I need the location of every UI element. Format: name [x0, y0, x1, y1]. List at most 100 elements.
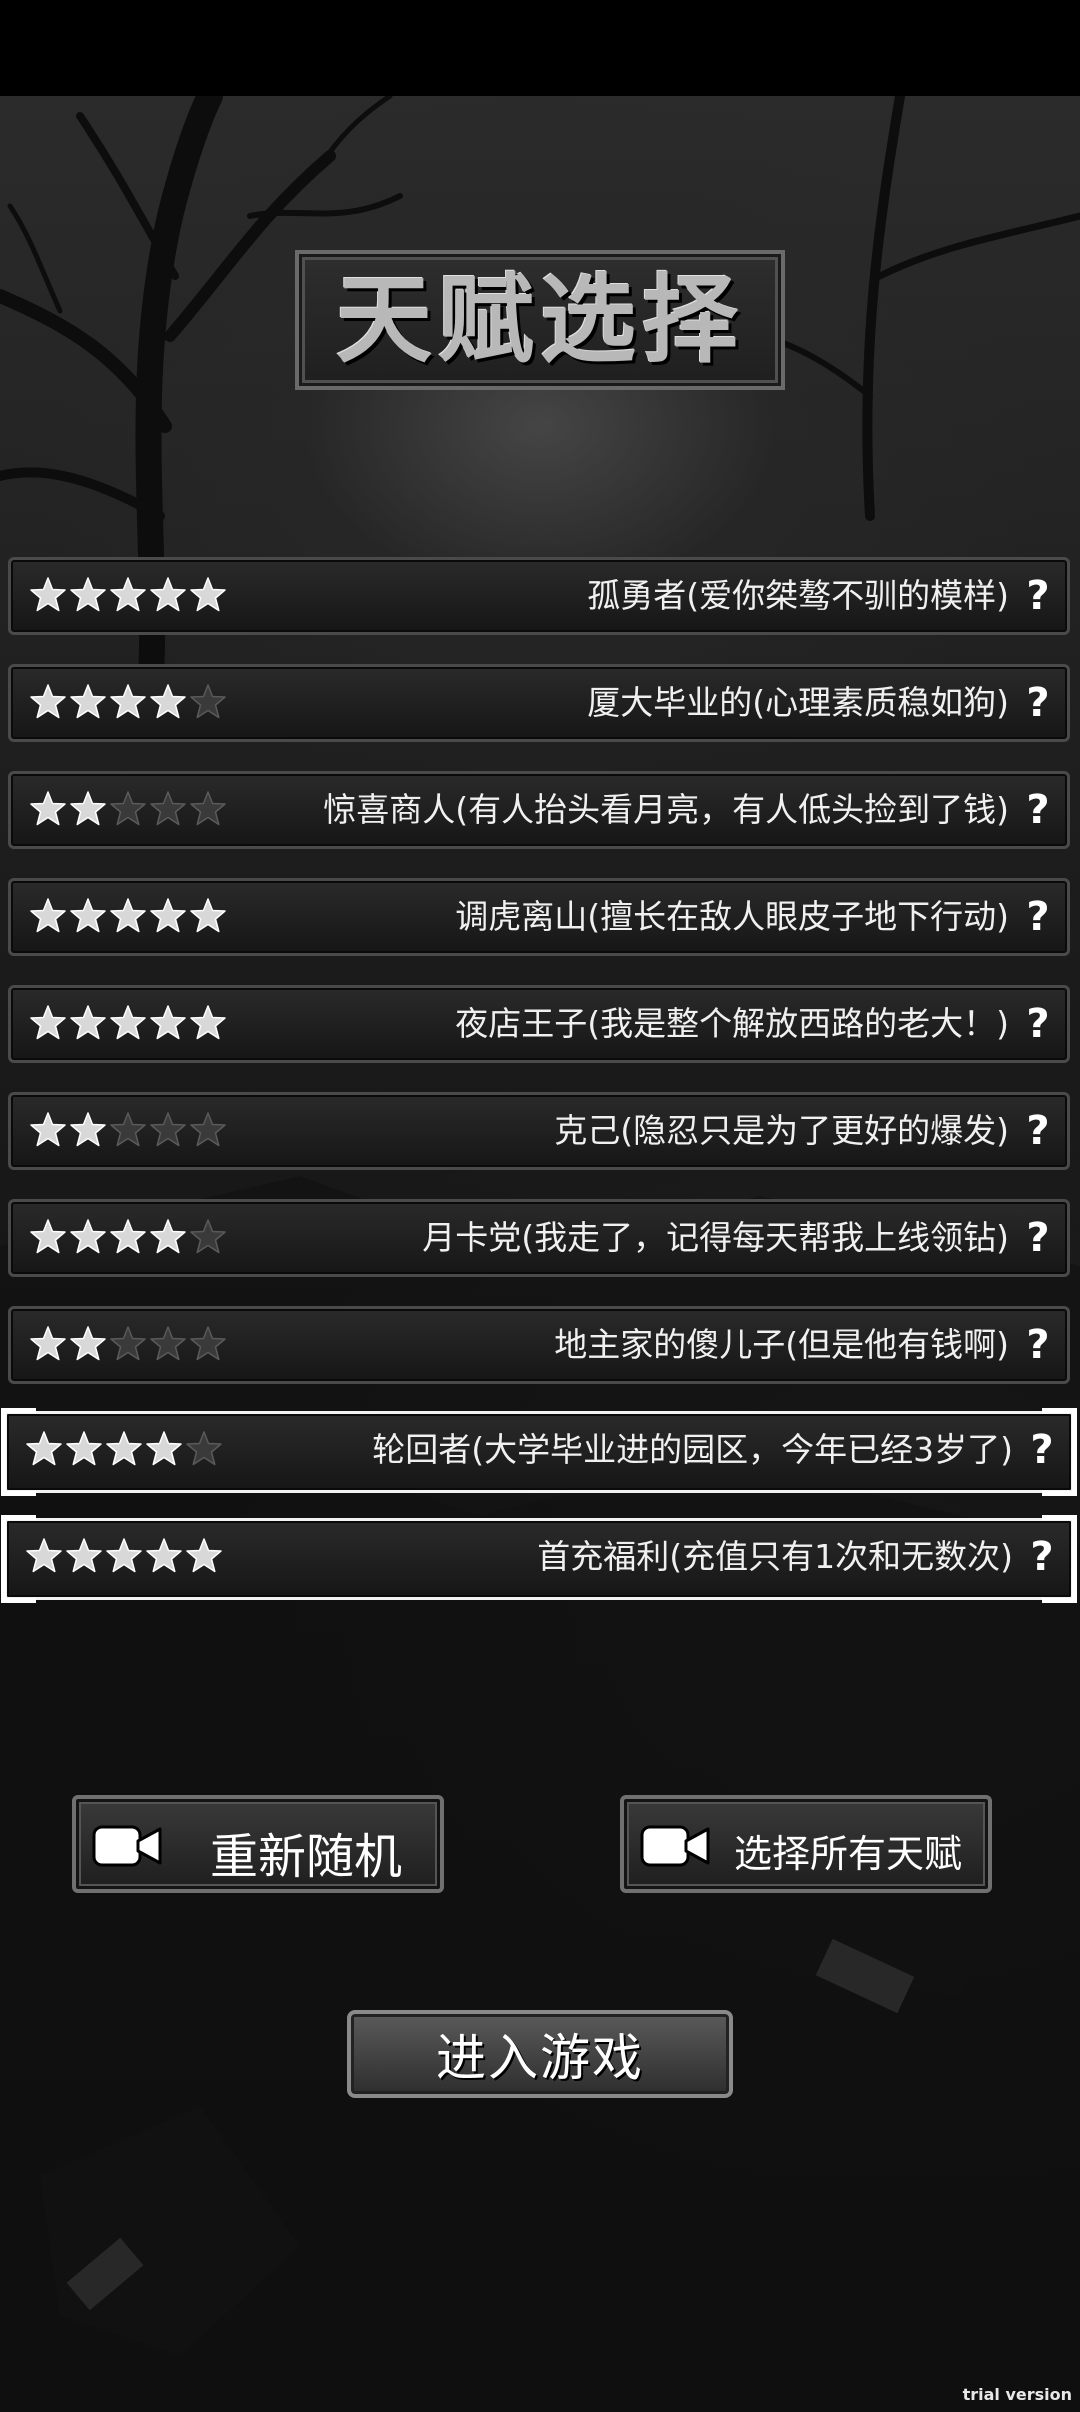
- star-empty-icon: [110, 791, 146, 826]
- star-filled-icon: [30, 1005, 66, 1040]
- star-filled-icon: [106, 1538, 142, 1573]
- star-empty-icon: [150, 1326, 186, 1361]
- star-rating: [29, 897, 227, 941]
- help-icon[interactable]: ?: [1021, 998, 1055, 1050]
- star-filled-icon: [30, 1219, 66, 1254]
- star-filled-icon: [30, 684, 66, 719]
- talent-label: 夜店王子(我是整个解放西路的老大！): [455, 1004, 1009, 1043]
- talent-row[interactable]: 月卡党(我走了，记得每天帮我上线领钻)?: [8, 1199, 1070, 1277]
- star-rating: [29, 683, 227, 727]
- star-filled-icon: [150, 684, 186, 719]
- talent-row[interactable]: 厦大毕业的(心理素质稳如狗)?: [8, 664, 1070, 742]
- talent-row[interactable]: 克己(隐忍只是为了更好的爆发)?: [8, 1092, 1070, 1170]
- star-filled-icon: [26, 1538, 62, 1573]
- star-filled-icon: [70, 1005, 106, 1040]
- star-rating: [25, 1430, 223, 1474]
- start-game-label: 进入游戏: [436, 2029, 644, 2087]
- talent-row[interactable]: 惊喜商人(有人抬头看月亮，有人低头捡到了钱)?: [8, 771, 1070, 849]
- talent-row[interactable]: 孤勇者(爱你桀骜不驯的模样)?: [8, 557, 1070, 635]
- star-filled-icon: [150, 1005, 186, 1040]
- star-filled-icon: [70, 898, 106, 933]
- star-filled-icon: [70, 684, 106, 719]
- talent-row[interactable]: 轮回者(大学毕业进的园区，今年已经3岁了)?: [1, 1408, 1077, 1496]
- status-bar: [0, 0, 1080, 96]
- star-filled-icon: [110, 577, 146, 612]
- talent-label: 厦大毕业的(心理素质稳如狗): [587, 683, 1009, 722]
- star-filled-icon: [30, 898, 66, 933]
- video-camera-icon: [640, 1825, 710, 1867]
- star-filled-icon: [146, 1431, 182, 1466]
- talent-label: 孤勇者(爱你桀骜不驯的模样): [587, 576, 1009, 615]
- help-icon[interactable]: ?: [1021, 1319, 1055, 1371]
- star-filled-icon: [150, 1219, 186, 1254]
- star-filled-icon: [190, 898, 226, 933]
- star-filled-icon: [150, 577, 186, 612]
- star-empty-icon: [150, 791, 186, 826]
- star-filled-icon: [150, 898, 186, 933]
- talent-label: 首充福利(充值只有1次和无数次): [537, 1537, 1013, 1576]
- star-rating: [29, 1004, 227, 1048]
- page-title: 天赋选择: [336, 264, 744, 376]
- start-game-button[interactable]: 进入游戏: [347, 2010, 733, 2098]
- talent-label: 地主家的傻儿子(但是他有钱啊): [554, 1325, 1009, 1364]
- star-filled-icon: [30, 1326, 66, 1361]
- star-empty-icon: [190, 791, 226, 826]
- star-filled-icon: [186, 1538, 222, 1573]
- help-icon[interactable]: ?: [1021, 784, 1055, 836]
- star-filled-icon: [30, 577, 66, 612]
- help-icon[interactable]: ?: [1025, 1531, 1059, 1583]
- title-plaque: 天赋选择: [295, 250, 785, 390]
- star-filled-icon: [30, 1112, 66, 1147]
- star-empty-icon: [110, 1326, 146, 1361]
- star-rating: [29, 1218, 227, 1262]
- talent-row[interactable]: 调虎离山(擅长在敌人眼皮子地下行动)?: [8, 878, 1070, 956]
- talent-label: 月卡党(我走了，记得每天帮我上线领钻): [422, 1218, 1009, 1257]
- star-empty-icon: [190, 684, 226, 719]
- star-filled-icon: [70, 1326, 106, 1361]
- help-icon[interactable]: ?: [1021, 891, 1055, 943]
- reroll-button[interactable]: 重新随机: [72, 1795, 444, 1893]
- talent-label: 调虎离山(擅长在敌人眼皮子地下行动): [455, 897, 1009, 936]
- star-rating: [29, 1111, 227, 1155]
- help-icon[interactable]: ?: [1021, 677, 1055, 729]
- star-filled-icon: [30, 791, 66, 826]
- star-empty-icon: [150, 1112, 186, 1147]
- talent-row[interactable]: 首充福利(充值只有1次和无数次)?: [1, 1515, 1077, 1603]
- star-rating: [29, 576, 227, 620]
- select-all-button-label: 选择所有天赋: [734, 1832, 963, 1876]
- star-filled-icon: [26, 1431, 62, 1466]
- star-filled-icon: [110, 898, 146, 933]
- help-icon[interactable]: ?: [1021, 1105, 1055, 1157]
- star-filled-icon: [66, 1431, 102, 1466]
- star-empty-icon: [190, 1219, 226, 1254]
- talent-row[interactable]: 夜店王子(我是整个解放西路的老大！)?: [8, 985, 1070, 1063]
- star-rating: [29, 1325, 227, 1369]
- star-filled-icon: [146, 1538, 182, 1573]
- talent-row[interactable]: 地主家的傻儿子(但是他有钱啊)?: [8, 1306, 1070, 1384]
- star-filled-icon: [190, 577, 226, 612]
- star-filled-icon: [110, 684, 146, 719]
- star-filled-icon: [70, 1112, 106, 1147]
- talent-label: 惊喜商人(有人抬头看月亮，有人低头捡到了钱): [323, 790, 1009, 829]
- star-filled-icon: [66, 1538, 102, 1573]
- star-filled-icon: [110, 1005, 146, 1040]
- star-filled-icon: [110, 1219, 146, 1254]
- star-filled-icon: [70, 1219, 106, 1254]
- trial-watermark: trial version: [962, 2385, 1072, 2404]
- help-icon[interactable]: ?: [1021, 1212, 1055, 1264]
- star-filled-icon: [70, 791, 106, 826]
- help-icon[interactable]: ?: [1025, 1424, 1059, 1476]
- star-empty-icon: [110, 1112, 146, 1147]
- star-rating: [29, 790, 227, 834]
- star-filled-icon: [106, 1431, 142, 1466]
- star-filled-icon: [70, 577, 106, 612]
- help-icon[interactable]: ?: [1021, 570, 1055, 622]
- select-all-talents-button[interactable]: 选择所有天赋: [620, 1795, 992, 1893]
- star-empty-icon: [190, 1326, 226, 1361]
- star-empty-icon: [186, 1431, 222, 1466]
- star-empty-icon: [190, 1112, 226, 1147]
- talent-label: 轮回者(大学毕业进的园区，今年已经3岁了): [372, 1430, 1013, 1469]
- video-camera-icon: [92, 1825, 162, 1867]
- star-filled-icon: [190, 1005, 226, 1040]
- reroll-button-label: 重新随机: [210, 1829, 403, 1885]
